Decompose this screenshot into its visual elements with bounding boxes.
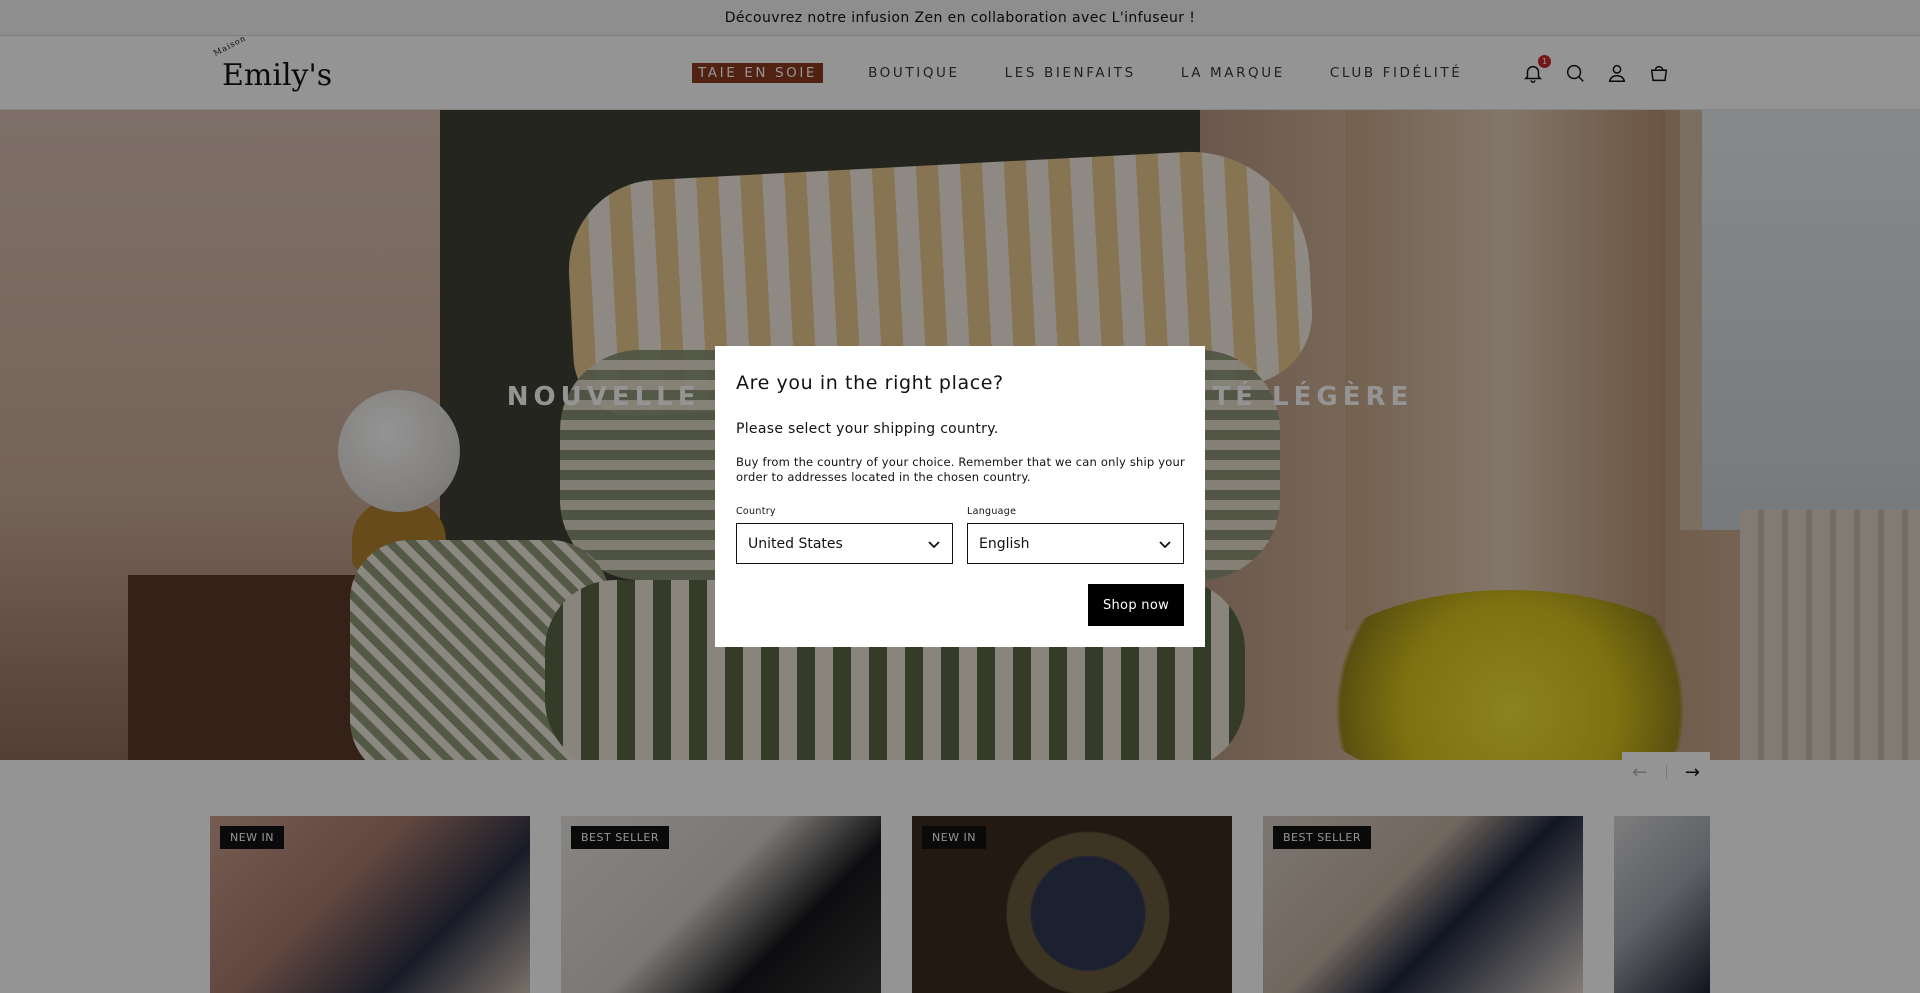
chevron-down-icon	[1159, 541, 1171, 549]
shop-now-button[interactable]: Shop now	[1088, 584, 1184, 626]
country-select[interactable]: United States	[736, 523, 953, 564]
country-selector-modal: Are you in the right place? Please selec…	[715, 346, 1205, 647]
modal-description: Buy from the country of your choice. Rem…	[736, 455, 1185, 484]
country-label: Country	[736, 506, 776, 517]
country-value: United States	[748, 535, 843, 552]
modal-title: Are you in the right place?	[736, 372, 1004, 394]
chevron-down-icon	[928, 541, 940, 549]
modal-lead: Please select your shipping country.	[736, 421, 999, 437]
language-label: Language	[967, 506, 1017, 517]
language-value: English	[979, 535, 1030, 552]
language-select[interactable]: English	[967, 523, 1184, 564]
